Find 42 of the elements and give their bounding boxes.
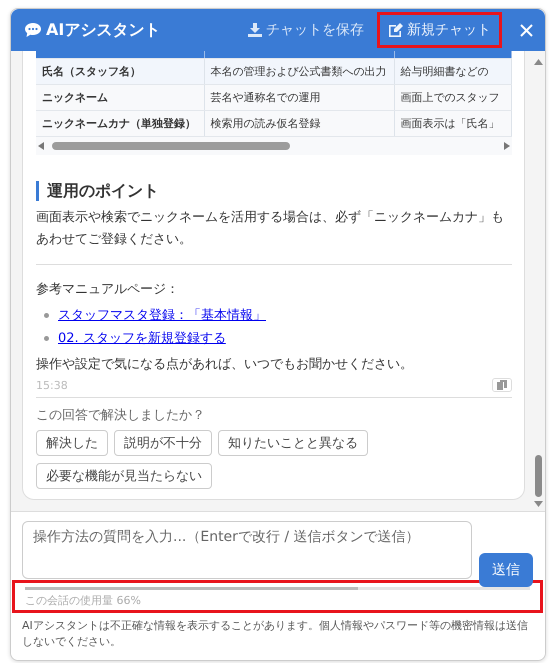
send-button[interactable]: 送信: [479, 553, 533, 587]
table-cell: 本名の管理および公式書類への出力: [204, 58, 394, 84]
feedback-option-button[interactable]: 解決した: [36, 430, 108, 456]
question-input-field[interactable]: 操作方法の質問を入力...（Enterで改行 / 送信ボタンで送信）: [22, 521, 472, 579]
table-cell: 画面上でのスタッフ: [394, 84, 512, 110]
feedback-question: この回答で解決しましたか？: [36, 407, 206, 424]
copy-icon: [497, 380, 507, 390]
table-cell: ニックネーム: [36, 84, 204, 110]
scrollbar-thumb[interactable]: [52, 142, 290, 150]
table-cell: 給与明細書などの: [394, 58, 512, 84]
scroll-up-icon[interactable]: [534, 59, 542, 65]
edit-icon: [388, 23, 403, 37]
feedback-option-button[interactable]: 必要な機能が見当たらない: [36, 463, 212, 489]
chat-bubble-icon: [25, 23, 41, 37]
header-action-button[interactable]: 新規チャット: [377, 12, 502, 48]
table-cell: 氏名（スタッフ名）: [36, 58, 204, 84]
section-heading: 運用のポイント: [36, 181, 512, 201]
feedback-option-button[interactable]: 説明が不十分: [114, 430, 212, 456]
scroll-down-icon[interactable]: [534, 501, 542, 507]
window-title: AIアシスタント: [46, 20, 160, 40]
table-cell: 芸名や通称名での運用: [204, 84, 394, 110]
table-cell: 検索用の読み仮名登録: [204, 110, 394, 136]
copy-button[interactable]: [492, 378, 512, 392]
table-cell: ニックネームカナ（単独登録）: [36, 110, 204, 136]
feedback-option-button[interactable]: 知りたいことと異なる: [218, 430, 368, 456]
reference-label: 参考マニュアルページ：: [36, 281, 180, 299]
message-paragraph: 画面表示や検索でニックネームを活用する場合は、必ず「ニックネームカナ」もあわせてご登録ください。: [36, 209, 505, 249]
manual-link[interactable]: スタッフマスタ登録：「基本情報」: [58, 304, 266, 327]
close-icon: [520, 24, 533, 36]
download-icon: [248, 23, 262, 37]
scrollbar-thumb[interactable]: [534, 455, 542, 497]
table-cell: 画面表示は「氏名」: [394, 110, 512, 136]
usage-label: この会話の使用量 66%: [25, 593, 142, 608]
scroll-right-icon[interactable]: [504, 142, 510, 150]
manual-link[interactable]: 02. スタッフを新規登録する: [58, 327, 226, 350]
bullet-icon: [44, 336, 49, 341]
scroll-left-icon[interactable]: [38, 142, 44, 150]
disclaimer-text: AIアシスタントは不正確な情報を表示することがあります。個人情報やパスワード等の機密情報は送信しないでください。: [22, 618, 529, 650]
bullet-icon: [44, 313, 49, 318]
close-button[interactable]: [520, 24, 533, 36]
message-paragraph: 操作や設定で気になる点があれば、いつでもお聞かせください。: [36, 356, 414, 374]
timestamp: 15:38: [36, 378, 68, 392]
